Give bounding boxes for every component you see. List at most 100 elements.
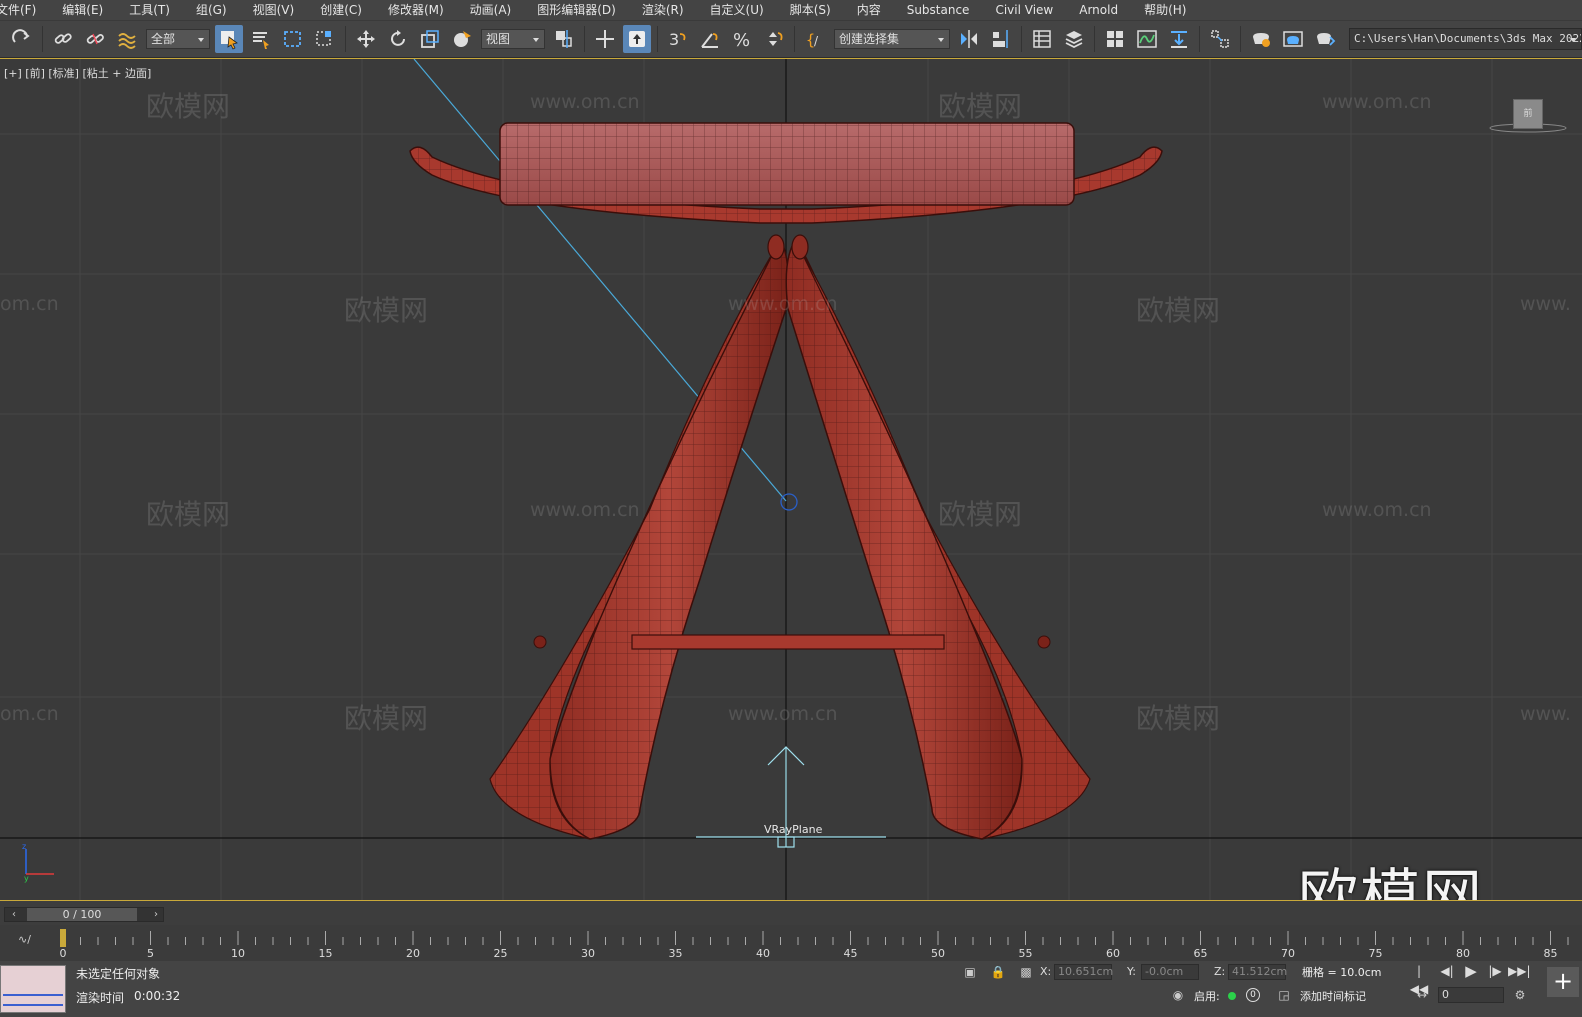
named-selection-set-dropdown[interactable]: 创建选择集 [834, 29, 950, 49]
pivot-center-icon[interactable] [550, 25, 578, 53]
front-viewport[interactable]: z y [+] [前] [标准] [粘土 + 边面] 欧模网 www.om.cn… [0, 58, 1582, 900]
reference-coordinate-dropdown[interactable]: 视图 [481, 29, 545, 49]
select-manipulate-icon[interactable] [591, 25, 619, 53]
key-mode-toggle-icon[interactable]: ↔ [1414, 987, 1430, 1003]
y-coordinate-field[interactable]: -0.0cm [1141, 964, 1199, 980]
ruler-tick-label: 30 [581, 947, 595, 960]
menu-file[interactable]: 文件(F) [0, 0, 50, 20]
track-bar[interactable]: ∿/ 0 5 10 15 20 25 30 35 40 45 50 55 60 65 70 75 80 85 [0, 925, 1582, 961]
watermark-url: www.om.cn [1322, 91, 1432, 113]
align-icon[interactable] [987, 25, 1015, 53]
place-icon[interactable] [448, 25, 476, 53]
watermark-text: 欧模网 [938, 90, 1023, 123]
menu-tools[interactable]: 工具(T) [117, 0, 184, 20]
x-coordinate-field[interactable]: 10.651cm [1054, 964, 1113, 980]
watermark-url: www.om.cn [728, 293, 838, 315]
spinner-snap-icon[interactable] [760, 25, 788, 53]
window-crossing-icon[interactable] [311, 25, 339, 53]
rendered-frame-window-icon[interactable] [1279, 25, 1307, 53]
select-object-icon[interactable] [215, 25, 243, 53]
menu-content[interactable]: 内容 [845, 0, 895, 20]
isolate-selection-icon[interactable]: ▣ [962, 964, 978, 980]
time-tag-icon[interactable]: ◲ [1276, 987, 1292, 1003]
watermark-url: www. [1520, 703, 1571, 725]
prev-frame-arrow-icon[interactable]: ‹ [7, 908, 21, 921]
ruler-tick-label: 20 [406, 947, 420, 960]
next-frame-icon[interactable]: |▶ [1484, 962, 1506, 980]
render-setup-icon[interactable] [1247, 25, 1275, 53]
unlink-icon[interactable] [81, 25, 109, 53]
go-to-end-icon[interactable]: ▶▶| [1508, 962, 1531, 980]
mini-curve-editor-icon[interactable]: ∿/ [18, 933, 40, 947]
layer-explorer-icon[interactable] [1060, 25, 1088, 53]
curve-editor-icon[interactable] [1133, 25, 1161, 53]
watermark-url: om.cn [0, 293, 59, 315]
ruler-tick-label: 70 [1281, 947, 1295, 960]
previous-frame-icon[interactable]: ◀| [1436, 962, 1458, 980]
absolute-mode-icon[interactable]: ▩ [1018, 964, 1034, 980]
bind-space-warp-icon[interactable] [113, 25, 141, 53]
menu-create[interactable]: 创建(C) [308, 0, 376, 20]
time-slider-track[interactable]: ‹ 0 / 100 › [4, 907, 164, 922]
play-icon[interactable]: ▶ [1460, 962, 1482, 980]
watermark-text: 欧模网 [938, 498, 1023, 531]
select-by-name-icon[interactable] [247, 25, 275, 53]
link-icon[interactable] [49, 25, 77, 53]
ruler-tick-label: 85 [1543, 947, 1558, 960]
time-configuration-icon[interactable]: ⚙ [1512, 987, 1528, 1003]
viewport-label-menu[interactable]: [+] [前] [标准] [粘土 + 边面] [4, 65, 151, 81]
material-editor-icon[interactable] [1206, 25, 1234, 53]
menu-arnold[interactable]: Arnold [1067, 0, 1132, 20]
menu-group[interactable]: 组(G) [184, 0, 241, 20]
add-button[interactable]: + [1547, 967, 1579, 997]
menu-modifiers[interactable]: 修改器(M) [376, 0, 458, 20]
percent-snap-icon[interactable]: % [728, 25, 756, 53]
svg-text:3: 3 [669, 30, 679, 49]
selection-lock-icon[interactable]: 🔒 [990, 964, 1006, 980]
menu-civil-view[interactable]: Civil View [983, 0, 1067, 20]
viewcube[interactable]: 前 [1513, 99, 1543, 129]
axis-tripod-icon: z y [22, 842, 54, 883]
light-target-marker [780, 493, 798, 511]
rect-selection-region-icon[interactable] [279, 25, 307, 53]
adaptive-degradation-icon[interactable]: ◉ [1170, 987, 1186, 1003]
brand-watermark-logo: 欧模网 [1298, 863, 1484, 900]
scale-icon[interactable] [416, 25, 444, 53]
time-slider-thumb[interactable]: 0 / 100 [27, 908, 137, 921]
toggle-ribbon-icon[interactable] [1101, 25, 1129, 53]
schematic-view-icon[interactable] [1165, 25, 1193, 53]
keyboard-shortcut-override-icon[interactable] [623, 25, 651, 53]
edit-named-selection-icon[interactable]: {/ [801, 25, 829, 53]
menu-help[interactable]: 帮助(H) [1132, 0, 1200, 20]
toolbar-divider [1021, 26, 1022, 52]
menu-edit[interactable]: 编辑(E) [50, 0, 117, 20]
move-icon[interactable] [352, 25, 380, 53]
menu-views[interactable]: 视图(V) [241, 0, 309, 20]
ruler-tick-label: 40 [756, 947, 770, 960]
main-toolbar: 全部 视图 3 % {/ 创建选择集 C:\Users\Han\Document… [0, 20, 1582, 58]
menu-graph-editors[interactable]: 图形编辑器(D) [525, 0, 630, 20]
current-frame-field[interactable]: 0 [1438, 987, 1504, 1003]
angle-snap-icon[interactable] [696, 25, 724, 53]
menu-animation[interactable]: 动画(A) [458, 0, 526, 20]
render-production-icon[interactable] [1311, 25, 1339, 53]
scene-explorer-icon[interactable] [1028, 25, 1056, 53]
mirror-icon[interactable] [955, 25, 983, 53]
redo-icon[interactable] [8, 25, 36, 53]
ruler-tick-label: 35 [668, 947, 683, 960]
add-time-tag-button[interactable]: 添加时间标记 [1300, 988, 1366, 1004]
selection-filter-dropdown[interactable]: 全部 [146, 29, 210, 49]
project-folder-path[interactable]: C:\Users\Han\Documents\3ds Max 2022 [1349, 28, 1582, 50]
menu-scripting[interactable]: 脚本(S) [778, 0, 845, 20]
maxscript-listener-preview[interactable] [0, 965, 66, 1013]
next-frame-arrow-icon[interactable]: › [149, 908, 163, 921]
menu-substance[interactable]: Substance [895, 0, 984, 20]
ruler-tick-label: 5 [147, 947, 154, 960]
rotate-icon[interactable] [384, 25, 412, 53]
z-coordinate-field[interactable]: 41.512cm [1228, 964, 1287, 980]
menu-customize[interactable]: 自定义(U) [698, 0, 778, 20]
frame-ruler [60, 929, 1569, 947]
snaps-toggle-icon[interactable]: 3 [664, 25, 692, 53]
go-to-start-icon[interactable]: |◀◀ [1408, 962, 1430, 996]
menu-rendering[interactable]: 渲染(R) [630, 0, 698, 20]
